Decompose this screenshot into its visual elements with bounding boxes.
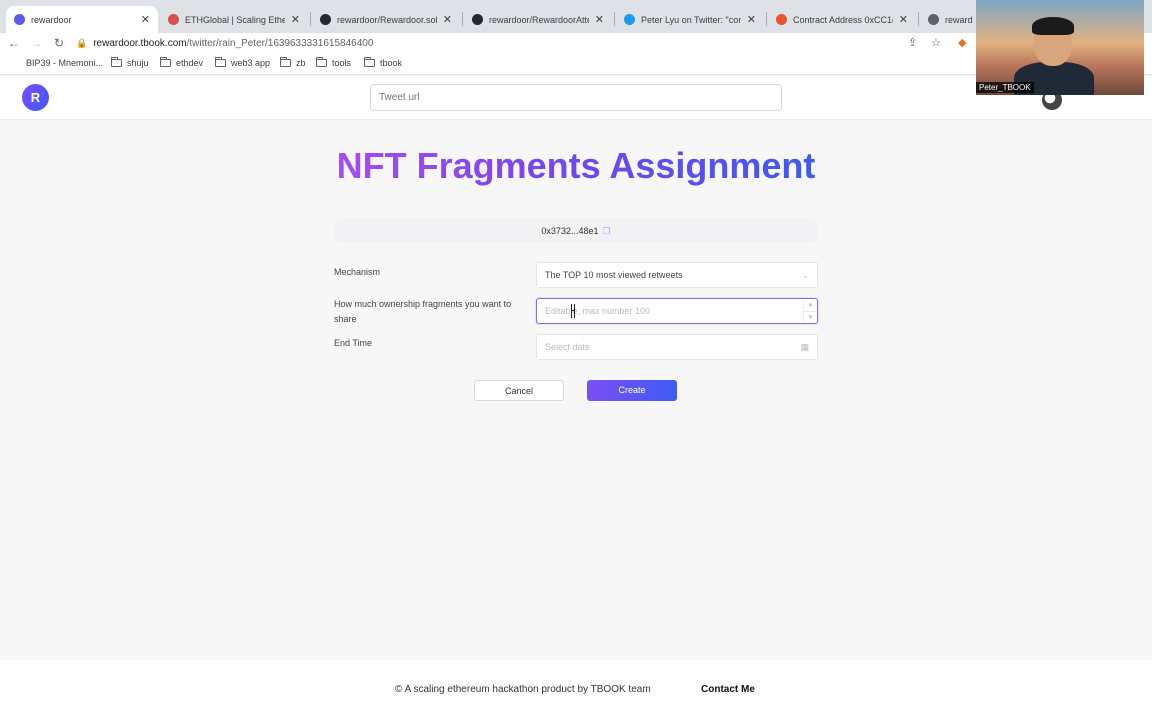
presenter-hair (1032, 17, 1074, 35)
optimism-favicon-icon (776, 14, 787, 25)
tab-title: Contract Address 0xCC1e7 (793, 14, 893, 25)
folder-icon (316, 57, 327, 67)
close-tab-icon[interactable]: ✕ (291, 13, 300, 26)
bookmark-folder-web3app[interactable]: web3 app (215, 57, 271, 68)
bookmark-label: BIP39 - Mnemoni... (26, 58, 104, 68)
tab-title: rewardoo (945, 14, 972, 25)
calendar-icon: ▦ (800, 341, 809, 352)
page-title: NFT Fragments Assignment (0, 145, 1152, 187)
rewardoor-favicon-icon (14, 14, 25, 25)
fragments-label: How much ownership fragments you want to… (334, 299, 512, 324)
tab-title: rewardoor/RewardoorAttest (489, 14, 589, 25)
wallet-address: 0x3732...48e1 (541, 226, 599, 236)
folder-icon (364, 57, 375, 67)
fragments-number-input[interactable]: Editable, max number 100 ▲ ▼ (536, 298, 818, 324)
copy-icon[interactable]: ❐ (602, 226, 610, 237)
tab-separator (310, 12, 311, 26)
close-tab-icon[interactable]: ✕ (141, 13, 150, 26)
tab-rewardoor[interactable]: rewardoor ✕ (6, 6, 158, 33)
page-title-text: NFT Fragments Assignment (336, 145, 816, 186)
folder-icon (280, 57, 291, 67)
tab-github-rewardoor-sol[interactable]: rewardoor/Rewardoor.sol a ✕ (312, 6, 460, 33)
url-path: /twitter/rain_Peter/1639633331615846400 (186, 37, 374, 49)
end-time-placeholder: Select date (545, 342, 591, 352)
bookmark-folder-tools[interactable]: tools (316, 57, 352, 68)
tab-separator (614, 12, 615, 26)
close-tab-icon[interactable]: ✕ (595, 13, 604, 26)
tweet-url-input[interactable] (370, 84, 782, 111)
back-arrow-icon[interactable]: ← (6, 35, 22, 51)
tab-twitter[interactable]: Peter Lyu on Twitter: "cons ✕ (616, 6, 764, 33)
account-address: 0x3732...48e1 (1068, 94, 1132, 106)
close-tab-icon[interactable]: ✕ (747, 13, 756, 26)
tab-separator (766, 12, 767, 26)
tab-ethglobal[interactable]: ETHGlobal | Scaling Ethereu ✕ (160, 6, 308, 33)
bookmark-folder-zb[interactable]: zb (280, 57, 306, 68)
end-time-datepicker[interactable]: Select date ▦ (536, 334, 818, 360)
mechanism-selected-value: The TOP 10 most viewed retweets (545, 270, 683, 280)
address-bar[interactable]: 🔒 rewardoor.tbook.com/twitter/rain_Peter… (76, 33, 946, 53)
mechanism-select[interactable]: The TOP 10 most viewed retweets ⌄ (536, 262, 818, 288)
bookmark-folder-ethdev[interactable]: ethdev (160, 57, 204, 68)
tab-github-rewardoor-attest[interactable]: rewardoor/RewardoorAttest ✕ (464, 6, 612, 33)
share-icon[interactable]: ⇪ (908, 36, 917, 49)
bookmark-bip39[interactable]: BIP39 - Mnemoni... (26, 58, 103, 68)
chevron-down-icon: ⌄ (802, 270, 809, 280)
stepper-down-icon[interactable]: ▼ (804, 311, 817, 324)
number-stepper[interactable]: ▲ ▼ (803, 299, 817, 323)
tab-contract-address[interactable]: Contract Address 0xCC1e7 ✕ (768, 6, 916, 33)
cancel-button[interactable]: Cancel (474, 380, 564, 401)
url-host: rewardoor.tbook.com (93, 37, 187, 49)
contact-me-link[interactable]: Contact Me (701, 684, 755, 695)
fragments-placeholder: Editable, max number 100 (545, 306, 651, 316)
tab-title: rewardoor (31, 14, 72, 25)
reload-icon[interactable]: ↻ (51, 35, 67, 51)
folder-icon (215, 57, 226, 67)
tab-separator (462, 12, 463, 26)
rewardoor-logo[interactable]: R (22, 84, 49, 111)
bookmark-folder-shuju[interactable]: shuju (111, 57, 149, 68)
bookmark-folder-tbook[interactable]: tbook (364, 57, 403, 68)
github-icon (320, 14, 331, 25)
create-button[interactable]: Create (587, 380, 677, 401)
bookmark-label: web3 app (231, 58, 271, 68)
tab-rewardoor-2[interactable]: rewardoo (920, 6, 980, 33)
bookmark-star-icon[interactable]: ☆ (931, 36, 941, 49)
footer-copyright: © A scaling ethereum hackathon product b… (395, 684, 651, 695)
webcam-overlay: Peter_TBOOK (976, 0, 1144, 95)
wallet-address-card: 0x3732...48e1 ❐ (335, 219, 817, 243)
tab-separator (918, 12, 919, 26)
footer: © A scaling ethereum hackathon product b… (0, 660, 1152, 720)
forward-arrow-icon[interactable]: → (28, 35, 44, 51)
globe-icon (928, 14, 939, 25)
ethglobal-favicon-icon (168, 14, 179, 25)
bookmark-label: shuju (127, 58, 149, 68)
tab-title: ETHGlobal | Scaling Ethereu (185, 14, 285, 25)
folder-icon (111, 57, 122, 67)
end-time-label: End Time (334, 338, 373, 348)
folder-icon (160, 57, 171, 67)
webcam-name-label: Peter_TBOOK (976, 82, 1034, 93)
bookmark-label: zb (296, 58, 306, 68)
text-cursor-icon (571, 304, 575, 318)
twitter-bird-icon (624, 14, 635, 25)
bookmark-label: ethdev (176, 58, 204, 68)
tab-title: Peter Lyu on Twitter: "cons (641, 14, 741, 25)
close-tab-icon[interactable]: ✕ (899, 13, 908, 26)
bookmark-label: tools (332, 58, 352, 68)
tab-title: rewardoor/Rewardoor.sol a (337, 14, 437, 25)
metamask-extension-icon[interactable]: ◆ (958, 36, 966, 49)
mechanism-label: Mechanism (334, 267, 381, 277)
github-icon (472, 14, 483, 25)
bookmark-label: tbook (380, 58, 403, 68)
close-tab-icon[interactable]: ✕ (443, 13, 452, 26)
stepper-up-icon[interactable]: ▲ (804, 299, 817, 311)
lock-icon: 🔒 (76, 37, 88, 48)
